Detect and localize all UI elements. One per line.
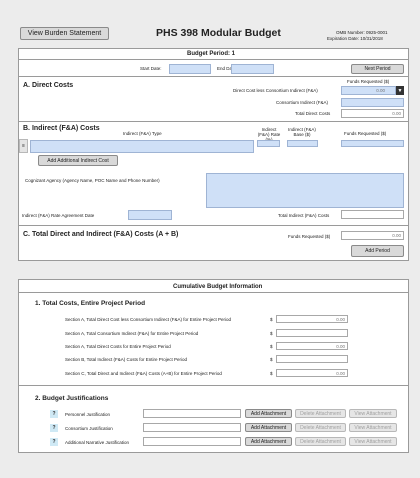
total-costs-entire-project-heading: 1. Total Costs, Entire Project Period [35, 300, 146, 307]
delete-attachment-button[interactable]: Delete Attachment [295, 437, 346, 446]
end-date-field[interactable] [231, 64, 274, 74]
divider [18, 121, 409, 122]
total-direct-costs-label: Total Direct Costs [295, 111, 331, 116]
additional-narrative-justification-file [143, 437, 241, 446]
row-handle[interactable]: ≡ [19, 139, 28, 153]
indirect-type-field[interactable] [30, 140, 254, 153]
help-icon[interactable]: ? [50, 410, 58, 418]
delete-attachment-button[interactable]: Delete Attachment [295, 409, 346, 418]
budget-justifications-heading: 2. Budget Justifications [35, 395, 109, 402]
cumulative-value-field [276, 329, 348, 337]
divider [18, 385, 409, 386]
consortium-indirect-field[interactable] [341, 98, 404, 107]
personnel-justification-file [143, 409, 241, 418]
omb-number: OMB Number: 0925-0001 [336, 30, 388, 35]
indirect-rate-field[interactable] [257, 140, 280, 147]
add-attachment-button[interactable]: Add Attachment [245, 437, 292, 446]
indirect-funds-field[interactable] [341, 140, 404, 147]
rate-agreement-date-label: Indirect (F&A) Rate Agreement Date [22, 213, 95, 218]
cumulative-row-label: Section B, Total Indirect (F&A) Costs fo… [65, 357, 187, 362]
cumulative-value-field: 0.00 [276, 315, 348, 323]
expiration-date: Expiration Date: 10/31/2018 [327, 36, 383, 41]
chevron-down-icon[interactable]: ▼ [396, 86, 404, 95]
divider [18, 225, 409, 226]
consortium-justification-label: Consortium Justification [65, 426, 113, 431]
personnel-justification-label: Personnel Justification [65, 412, 111, 417]
rate-agreement-date-field[interactable] [128, 210, 172, 220]
total-costs-heading: C. Total Direct and Indirect (F&A) Costs… [23, 231, 179, 238]
delete-attachment-button[interactable]: Delete Attachment [295, 423, 346, 432]
cognizant-agency-label: Cognizant Agency (Agency Name, POC Name … [25, 178, 160, 183]
currency-symbol: $ [270, 357, 273, 362]
indirect-costs-heading: B. Indirect (F&A) Costs [23, 125, 100, 132]
divider [18, 76, 409, 77]
indirect-type-column: Indirect (F&A) Type [123, 131, 162, 136]
direct-costs-heading: A. Direct Costs [23, 82, 74, 89]
add-attachment-button[interactable]: Add Attachment [245, 423, 292, 432]
cognizant-agency-field[interactable] [206, 173, 404, 208]
view-attachment-button[interactable]: View Attachment [349, 437, 397, 446]
view-burden-statement-button[interactable]: View Burden Statement [20, 27, 109, 40]
divider [18, 59, 409, 60]
add-period-button[interactable]: Add Period [351, 245, 404, 257]
consortium-indirect-label: Consortium Indirect (F&A) [276, 100, 329, 105]
additional-narrative-justification-label: Additional Narrative Justification [65, 440, 130, 445]
add-attachment-button[interactable]: Add Attachment [245, 409, 292, 418]
cumulative-row-label: Section A, Total Direct Cost less Consor… [65, 317, 231, 322]
total-indirect-costs-label: Total Indirect (F&A) Costs [278, 213, 330, 218]
total-funds-requested-label: Funds Requested ($) [288, 234, 331, 239]
cumulative-row-label: Section C, Total Direct and Indirect (F&… [65, 371, 222, 376]
total-indirect-costs-field [341, 210, 404, 219]
view-attachment-button[interactable]: View Attachment [349, 423, 397, 432]
cumulative-value-field: 0.00 [276, 342, 348, 350]
consortium-justification-file [143, 423, 241, 432]
cumulative-row-label: Section A, Total Consortium Indirect (F&… [65, 331, 199, 336]
cumulative-value-field: 0.00 [276, 369, 348, 377]
help-icon[interactable]: ? [50, 424, 58, 432]
add-indirect-cost-button[interactable]: Add Additional Indirect Cost [38, 155, 118, 166]
page-title: PHS 398 Modular Budget [156, 27, 281, 39]
direct-cost-less-indirect-label: Direct Cost less Consortium Indirect (F&… [233, 88, 318, 93]
start-date-field[interactable] [169, 64, 211, 74]
indirect-base-column: Indirect (F&A) Base ($) [288, 127, 316, 137]
currency-symbol: $ [270, 344, 273, 349]
cumulative-row-label: Section A, Total Direct Costs for Entire… [65, 344, 171, 349]
total-direct-costs-field: 0.00 [341, 109, 404, 118]
start-date-label: Start Date: [140, 66, 162, 71]
budget-period-heading: Budget Period: 1 [187, 51, 236, 57]
view-attachment-button[interactable]: View Attachment [349, 409, 397, 418]
next-period-button[interactable]: Next Period [351, 64, 404, 74]
cumulative-value-field [276, 355, 348, 363]
help-icon[interactable]: ? [50, 438, 58, 446]
currency-symbol: $ [270, 371, 273, 376]
funds-requested-label: Funds Requested ($) [347, 79, 390, 84]
total-funds-requested-field: 0.00 [341, 231, 404, 240]
currency-symbol: $ [270, 317, 273, 322]
direct-cost-less-indirect-field[interactable]: 0.00 [341, 86, 396, 95]
funds-requested-column: Funds Requested ($) [344, 131, 387, 136]
currency-symbol: $ [270, 331, 273, 336]
divider [18, 292, 409, 293]
cumulative-heading: Cumulative Budget Information [173, 284, 263, 290]
indirect-base-field[interactable] [287, 140, 318, 147]
